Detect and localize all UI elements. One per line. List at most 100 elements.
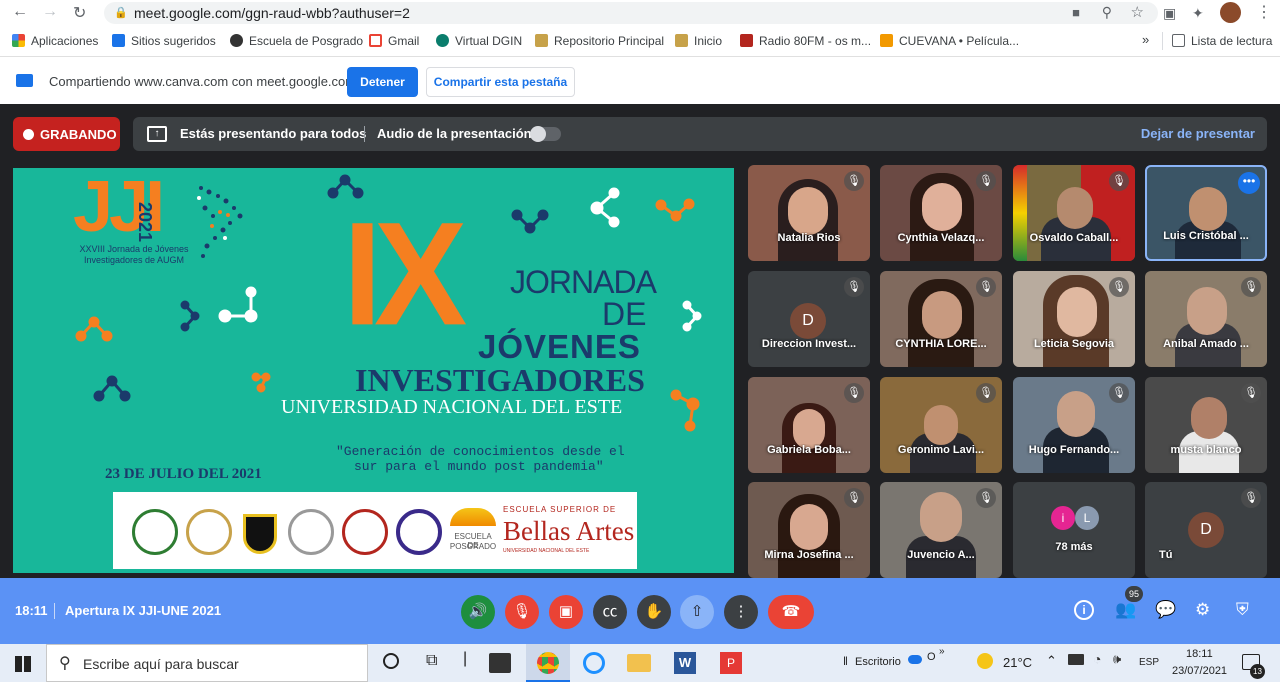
camera-icon[interactable]: ■ xyxy=(1072,5,1080,20)
chat-icon[interactable]: 💬 xyxy=(1155,600,1176,620)
cast-icon[interactable]: ▣ xyxy=(1163,5,1176,22)
bookmarks-overflow[interactable]: » xyxy=(1142,32,1149,47)
more-participants-tile[interactable]: i L 78 más xyxy=(1013,482,1135,578)
temperature[interactable]: 21°C xyxy=(1003,655,1032,670)
chrome-icon xyxy=(537,652,559,674)
quote-line2: sur para el mundo post pandemia" xyxy=(354,459,604,474)
map-dots xyxy=(199,186,243,258)
participant-tile[interactable]: 🎙 Gabriela Boba... xyxy=(748,377,870,473)
self-tile[interactable]: D 🎙 Tú xyxy=(1145,482,1267,578)
onedrive-icon[interactable] xyxy=(908,655,922,664)
windows-start-icon[interactable] xyxy=(15,656,31,672)
bookmark-label: Aplicaciones xyxy=(31,34,99,48)
camera-off-button[interactable]: ▣ xyxy=(549,595,583,629)
volume-icon[interactable]: 🕪 xyxy=(1113,651,1121,667)
reading-list[interactable]: Lista de lectura xyxy=(1172,34,1272,48)
menu-icon[interactable]: ⋮ xyxy=(1256,2,1272,22)
weather-icon[interactable] xyxy=(977,653,993,669)
participant-name: Tú xyxy=(1159,549,1173,561)
bookmark-label: Radio 80FM - os m... xyxy=(759,34,872,48)
host-controls-icon[interactable]: ⛨ xyxy=(1236,600,1249,620)
extensions-icon[interactable]: ✦ xyxy=(1192,5,1204,22)
participant-tile[interactable]: 🎙 Geronimo Lavi... xyxy=(880,377,1002,473)
ie-icon[interactable] xyxy=(583,652,605,674)
participant-tile-active[interactable]: ••• Luis Cristóbal ... xyxy=(1145,165,1267,261)
screen-share-icon xyxy=(16,74,33,87)
participant-tile[interactable]: 🎙 Juvencio A... xyxy=(880,482,1002,578)
zoom-icon[interactable]: ⚲ xyxy=(1102,4,1112,21)
task-view-icon[interactable]: ⧉ xyxy=(426,652,437,670)
mic-off-icon: 🎙 xyxy=(844,277,864,297)
bookmark-repositorio[interactable]: Repositorio Principal xyxy=(535,34,664,48)
bookmark-cuevana[interactable]: CUEVANA • Película... xyxy=(880,34,1019,48)
participant-name: Juvencio A... xyxy=(907,549,975,561)
battery-icon[interactable] xyxy=(1068,654,1084,665)
captions-button[interactable]: ㏄ xyxy=(593,595,627,629)
search-icon: ⚲ xyxy=(59,655,71,672)
mic-off-icon: 🎙 xyxy=(1241,277,1261,297)
overflow-chevron-icon[interactable]: » xyxy=(939,646,945,657)
chrome-taskbar-item[interactable] xyxy=(526,644,570,682)
bookmark-dgin[interactable]: Virtual DGIN xyxy=(436,34,522,48)
profile-avatar[interactable] xyxy=(1220,2,1241,23)
star-icon[interactable]: ☆ xyxy=(1131,3,1144,21)
browser-toolbar: ← → ↻ 🔒 meet.google.com/ggn-raud-wbb?aut… xyxy=(0,0,1280,27)
bookmark-inicio[interactable]: Inicio xyxy=(675,34,722,48)
participant-name: Gabriela Boba... xyxy=(767,444,851,456)
participant-tile[interactable]: D 🎙 Direccion Invest... xyxy=(748,271,870,367)
forward-icon[interactable]: → xyxy=(42,3,58,21)
dgin-icon xyxy=(436,34,449,47)
info-icon[interactable]: i xyxy=(1074,600,1094,620)
participant-tile[interactable]: 🎙 musta blanco xyxy=(1145,377,1267,473)
bookmarks-bar: Aplicaciones Sitios sugeridos Escuela de… xyxy=(0,27,1280,56)
participant-tile[interactable]: 🎙 Osvaldo Caball... xyxy=(1013,165,1135,261)
participant-name: Geronimo Lavi... xyxy=(897,444,985,456)
tray-chevron-icon[interactable]: ⌃ xyxy=(1046,653,1057,669)
pdf-app-icon[interactable]: P xyxy=(720,652,742,674)
share-tab-button[interactable]: Compartir esta pestaña xyxy=(426,67,575,97)
bookmark-apps[interactable]: Aplicaciones xyxy=(12,34,98,48)
language-indicator[interactable]: ESP xyxy=(1139,657,1159,668)
participant-tile[interactable]: 🎙 Hugo Fernando... xyxy=(1013,377,1135,473)
raise-hand-button[interactable]: ✋ xyxy=(637,595,671,629)
stop-sharing-button[interactable]: Detener xyxy=(347,67,418,97)
participant-tile[interactable]: 🎙 Leticia Segovia xyxy=(1013,271,1135,367)
taskbar-search[interactable]: ⚲ Escribe aquí para buscar xyxy=(46,644,368,682)
present-button[interactable]: ⇧ xyxy=(680,595,714,629)
speaker-icon[interactable]: 🔊 xyxy=(461,595,495,629)
address-bar[interactable]: 🔒 meet.google.com/ggn-raud-wbb?authuser=… xyxy=(104,2,1158,24)
people-icon[interactable]: 👥 xyxy=(1115,600,1136,620)
stop-presenting-link[interactable]: Dejar de presentar xyxy=(1141,126,1255,141)
activities-icon[interactable]: ⚙ xyxy=(1195,600,1210,620)
participant-avatar: L xyxy=(1075,506,1099,530)
word-icon[interactable]: W xyxy=(674,652,696,674)
store-icon[interactable] xyxy=(489,653,511,673)
participant-tile[interactable]: 🎙 Mirna Josefina ... xyxy=(748,482,870,578)
file-explorer-icon[interactable] xyxy=(627,654,651,672)
clock-date[interactable]: 23/07/2021 xyxy=(1172,665,1227,677)
back-icon[interactable]: ← xyxy=(12,3,28,21)
bookmark-sitios[interactable]: Sitios sugeridos xyxy=(112,34,216,48)
wifi-icon[interactable]: ◔ xyxy=(1093,651,1101,667)
cortana-icon[interactable] xyxy=(383,653,399,669)
leave-call-button[interactable]: ☎ xyxy=(768,595,814,629)
participant-name: Hugo Fernando... xyxy=(1028,444,1120,456)
recording-badge: GRABANDO xyxy=(13,117,120,151)
participant-tile[interactable]: 🎙 CYNTHIA LORE... xyxy=(880,271,1002,367)
participant-tile[interactable]: 🎙 Cynthia Velazq... xyxy=(880,165,1002,261)
reload-icon[interactable]: ↻ xyxy=(73,3,86,23)
desktop-toolbar-label[interactable]: Escritorio xyxy=(855,656,901,668)
mic-off-icon: 🎙 xyxy=(1109,171,1129,191)
bookmark-posgrado[interactable]: Escuela de Posgrado xyxy=(230,34,363,48)
self-avatar: D xyxy=(1188,512,1224,548)
mic-off-icon: 🎙 xyxy=(1241,488,1261,508)
more-options-button[interactable]: ⋮ xyxy=(724,595,758,629)
bookmark-radio[interactable]: Radio 80FM - os m... xyxy=(740,34,871,48)
bookmark-gmail[interactable]: Gmail xyxy=(369,34,419,48)
more-options-icon[interactable]: ••• xyxy=(1238,172,1260,194)
clock-time[interactable]: 18:11 xyxy=(1186,648,1213,660)
mic-off-button[interactable]: 🎙 xyxy=(505,595,539,629)
participant-tile[interactable]: 🎙 Anibal Amado ... xyxy=(1145,271,1267,367)
audio-toggle[interactable] xyxy=(530,126,561,142)
participant-tile[interactable]: 🎙 Natalia Rios xyxy=(748,165,870,261)
